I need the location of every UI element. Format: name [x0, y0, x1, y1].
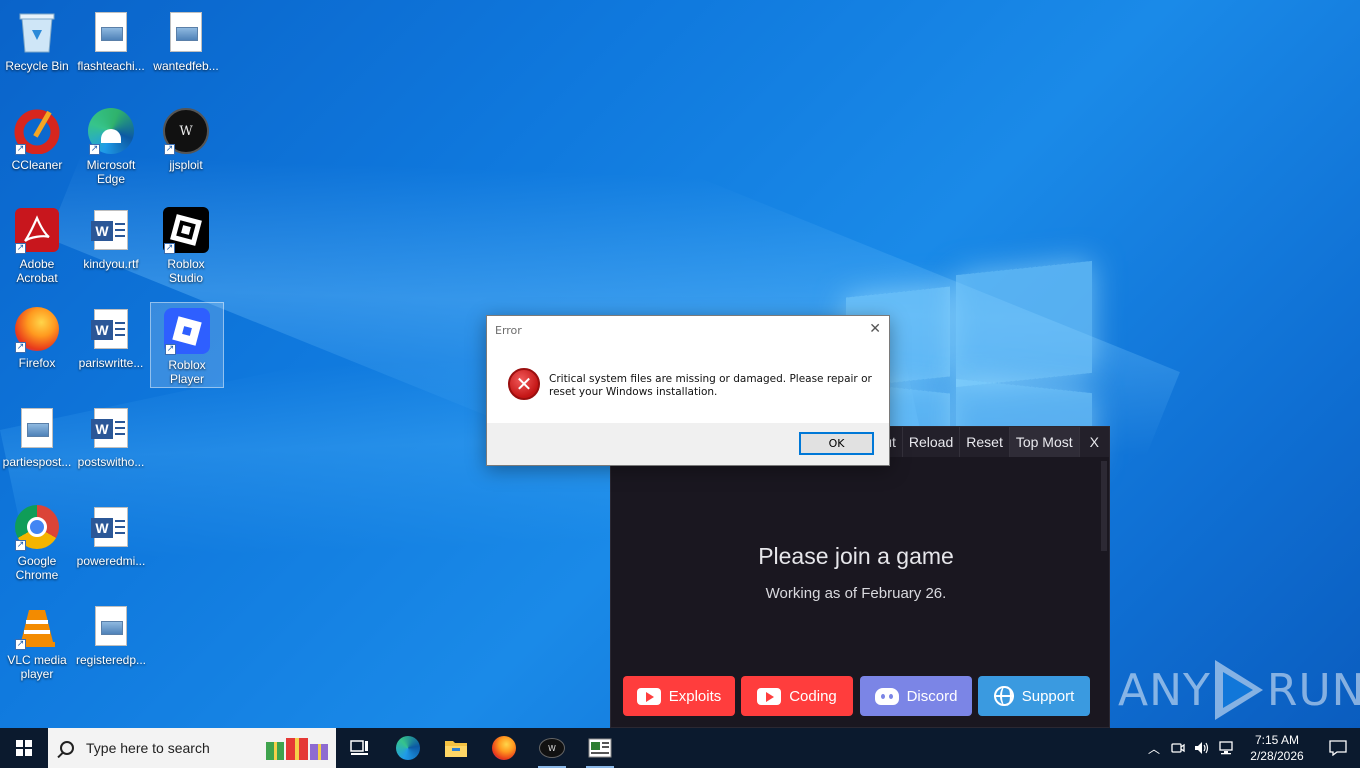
notification-center-button[interactable] — [1316, 728, 1360, 768]
discord-icon — [874, 687, 899, 705]
globe-icon — [993, 686, 1014, 706]
executor-close-button[interactable]: X — [1078, 427, 1109, 457]
youtube-icon — [636, 687, 661, 705]
adobe-acrobat-icon: ↗ — [13, 206, 61, 254]
word-document-icon: W — [87, 404, 135, 452]
task-view-button[interactable] — [336, 728, 384, 768]
clock-date: 2/28/2026 — [1250, 749, 1304, 763]
desktop-icon-ccleaner[interactable]: ↗ CCleaner — [0, 103, 74, 189]
desktop-icon-microsoft-edge[interactable]: ↗ Microsoft Edge — [74, 103, 148, 189]
desktop-icon-kindyou[interactable]: W kindyou.rtf — [74, 202, 148, 288]
vlc-icon: ↗ — [13, 602, 61, 650]
desktop-icon-flashteachi[interactable]: flashteachi... — [74, 4, 148, 90]
desktop-icon-poweredmi[interactable]: W poweredmi... — [74, 499, 148, 585]
desktop-icon-google-chrome[interactable]: ↗ Google Chrome — [0, 499, 74, 585]
dialog-message: Critical system files are missing or dam… — [549, 373, 872, 398]
desktop-icon-adobe-acrobat[interactable]: ↗ Adobe Acrobat — [0, 202, 74, 288]
desktop-icon-roblox-player[interactable]: ↗ Roblox Player — [150, 302, 224, 388]
ok-button[interactable]: OK — [799, 432, 874, 455]
window-app-icon — [588, 738, 612, 758]
system-tray: ︿ 7:15 AM 2/28/2026 — [1142, 728, 1360, 768]
desktop-icon-firefox[interactable]: ↗ Firefox — [0, 301, 74, 387]
firefox-icon: ↗ — [13, 305, 61, 353]
executor-toolbar: ut Reload Reset Top Most X — [878, 427, 1109, 457]
ccleaner-icon: ↗ — [13, 107, 61, 155]
desktop-icon-wantedfeb[interactable]: wantedfeb... — [149, 4, 223, 90]
desktop-icon-postswitho[interactable]: W postswitho... — [74, 400, 148, 486]
desktop-icon-jjsploit[interactable]: W ↗ jjsploit — [149, 103, 223, 189]
taskbar-edge[interactable] — [384, 728, 432, 768]
image-file-icon — [87, 602, 135, 650]
word-document-icon: W — [87, 305, 135, 353]
taskbar-firefox[interactable] — [480, 728, 528, 768]
taskbar-clock[interactable]: 7:15 AM 2/28/2026 — [1238, 732, 1316, 764]
image-file-icon — [162, 8, 210, 56]
exploits-button[interactable]: Exploits — [623, 676, 735, 716]
jjsploit-icon: W ↗ — [162, 107, 210, 155]
reset-button[interactable]: Reset — [959, 427, 1009, 457]
dialog-title: Error — [495, 324, 522, 337]
meet-now-icon[interactable] — [1166, 728, 1190, 768]
edge-icon — [396, 736, 420, 760]
desktop-icon-vlc[interactable]: ↗ VLC media player — [0, 598, 74, 684]
dialog-footer: OK — [487, 423, 889, 465]
roblox-studio-icon: ↗ — [162, 206, 210, 254]
top-most-button[interactable]: Top Most — [1008, 427, 1079, 457]
chevron-up-icon[interactable]: ︿ — [1142, 728, 1166, 768]
anyrun-watermark: ANY RUN — [1118, 660, 1360, 720]
executor-subtitle: Working as of February 26. — [765, 585, 947, 602]
taskbar-app-window[interactable] — [576, 728, 624, 768]
task-view-icon — [350, 740, 368, 755]
desktop-icon-roblox-studio[interactable]: ↗ Roblox Studio — [149, 202, 223, 288]
edge-icon: ↗ — [87, 107, 135, 155]
jjsploit-icon: W — [539, 738, 565, 758]
image-file-icon — [13, 404, 61, 452]
executor-title: Please join a game — [758, 543, 954, 569]
network-icon[interactable] — [1214, 728, 1238, 768]
chrome-icon: ↗ — [13, 503, 61, 551]
search-icon — [60, 741, 74, 755]
executor-window[interactable]: ut Reload Reset Top Most X Please join a… — [610, 426, 1110, 728]
support-button[interactable]: Support — [978, 676, 1090, 716]
play-icon — [1214, 660, 1263, 720]
start-button[interactable] — [0, 728, 48, 768]
reload-button[interactable]: Reload — [901, 427, 959, 457]
recycle-bin-icon — [13, 8, 61, 56]
word-document-icon: W — [87, 206, 135, 254]
desktop-icon-pariswritte[interactable]: W pariswritte... — [74, 301, 148, 387]
clock-time: 7:15 AM — [1254, 733, 1300, 747]
youtube-icon — [757, 687, 782, 705]
desktop-icon-recycle-bin[interactable]: Recycle Bin — [0, 4, 74, 90]
firefox-icon — [492, 736, 516, 760]
taskbar-file-explorer[interactable] — [432, 728, 480, 768]
folder-icon — [445, 741, 467, 757]
notification-icon — [1329, 740, 1347, 756]
gifts-highlight-icon — [266, 738, 328, 760]
taskbar-search-box[interactable]: Type here to search — [48, 728, 336, 768]
taskbar-jjsploit[interactable]: W — [528, 728, 576, 768]
roblox-player-icon: ↗ — [163, 307, 211, 355]
error-icon: ✕ — [508, 368, 540, 400]
dialog-close-icon[interactable]: ✕ — [869, 321, 881, 337]
error-dialog[interactable]: Error ✕ ✕ Critical system files are miss… — [486, 315, 890, 466]
volume-icon[interactable] — [1190, 728, 1214, 768]
coding-button[interactable]: Coding — [741, 676, 853, 716]
desktop-icon-partiespost[interactable]: partiespost... — [0, 400, 74, 486]
executor-scrollbar[interactable] — [1101, 461, 1107, 551]
image-file-icon — [87, 8, 135, 56]
desktop-icon-registeredp[interactable]: registeredp... — [74, 598, 148, 684]
taskbar: Type here to search W ︿ 7:15 AM 2/28/202… — [0, 728, 1360, 768]
windows-start-icon — [16, 740, 32, 756]
search-placeholder: Type here to search — [86, 740, 210, 756]
discord-button[interactable]: Discord — [860, 676, 972, 716]
word-document-icon: W — [87, 503, 135, 551]
